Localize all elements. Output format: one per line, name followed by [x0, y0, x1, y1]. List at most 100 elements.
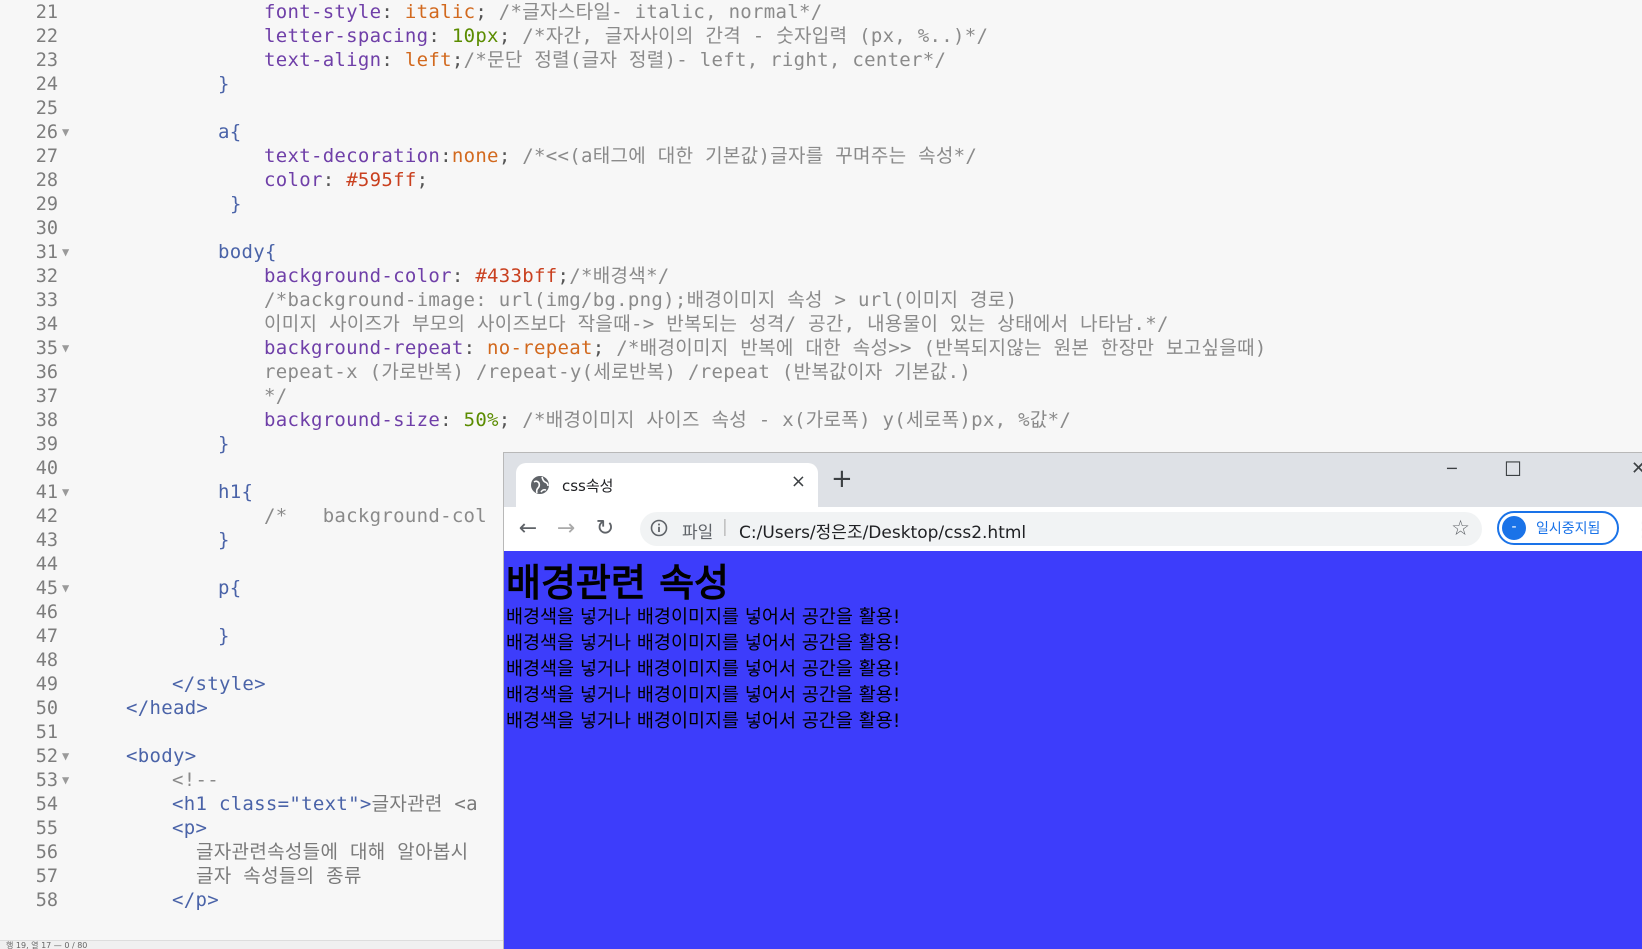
address-bar[interactable]: 파일 | C:/Users/정은조/Desktop/css2.html ☆ — [640, 512, 1482, 546]
line-number: 37 — [35, 386, 58, 407]
line-number: 49 — [35, 674, 58, 695]
code-line[interactable]: 27 text-decoration:none; /*<<(a태그에 대한 기본값… — [0, 144, 1642, 169]
code-line[interactable]: 30 — [0, 216, 1642, 241]
code-token: text-decoration — [264, 145, 441, 167]
code-token: </style> — [172, 673, 266, 695]
line-number: 47 — [35, 626, 58, 647]
line-number: 34 — [35, 314, 58, 335]
code-token: ; — [451, 49, 464, 71]
profile-status-label: 일시중지됨 — [1536, 521, 1601, 537]
code-token: /* background-col — [264, 505, 488, 527]
line-number: 45 — [35, 578, 58, 599]
code-token: </head> — [126, 697, 209, 719]
line-number: 30 — [35, 218, 58, 239]
code-text: <p> — [172, 816, 207, 841]
menu-dots-icon[interactable]: ⋮ — [1633, 517, 1642, 541]
code-line[interactable]: 25 — [0, 96, 1642, 121]
code-token: : — [428, 25, 452, 47]
code-token: 50% — [463, 409, 499, 431]
fold-arrow-icon[interactable]: ▼ — [62, 240, 69, 265]
page-heading: 배경관련 속성 — [506, 561, 729, 605]
code-line[interactable]: 29} — [0, 192, 1642, 217]
line-number: 32 — [35, 266, 58, 287]
page-paragraph: 배경색을 넣거나 배경이미지를 넣어서 공간을 활용! — [506, 659, 901, 680]
code-line[interactable]: 35 ▼ background-repeat: no-repeat; /*배경이미지… — [0, 336, 1642, 361]
code-line[interactable]: 34 이미지 사이즈가 부모의 사이즈보다 작을때-> 반복되는 성격/ 공간, … — [0, 312, 1642, 337]
code-line[interactable]: 28 color: #595ff; — [0, 168, 1642, 193]
line-number: 23 — [35, 50, 58, 71]
code-token: : — [322, 169, 347, 191]
line-number: 56 — [35, 842, 58, 863]
bookmark-star-icon[interactable]: ☆ — [1451, 516, 1470, 540]
code-text: } — [230, 192, 242, 217]
line-number: 53 — [35, 770, 58, 791]
code-line[interactable]: 31 ▼ body{ — [0, 240, 1642, 265]
line-number: 39 — [35, 434, 58, 455]
code-token: background-size — [264, 409, 441, 431]
line-number: 27 — [35, 146, 58, 167]
code-line[interactable]: 21 font-style: italic; /*글자스타일- italic, n… — [0, 0, 1642, 25]
code-token: <h1 class="text"> — [172, 793, 372, 815]
code-line[interactable]: 26 ▼ a{ — [0, 120, 1642, 145]
fold-arrow-icon[interactable]: ▼ — [62, 576, 69, 601]
code-token: /*자간, 글자사이의 간격 - 숫자입력 (px, %..)*/ — [522, 25, 989, 47]
minimize-button[interactable]: ─ — [1447, 459, 1457, 478]
code-line[interactable]: 24} — [0, 72, 1642, 97]
fold-arrow-icon[interactable]: ▼ — [62, 120, 69, 145]
tab-close-icon[interactable]: × — [791, 471, 806, 492]
code-token: 글자관련속성들에 대해 알아봅시 — [196, 841, 469, 863]
info-icon[interactable] — [650, 519, 668, 537]
page-paragraph: 배경색을 넣거나 배경이미지를 넣어서 공간을 활용! — [506, 685, 901, 706]
code-token: <p> — [172, 817, 208, 839]
url-text[interactable]: C:/Users/정은조/Desktop/css2.html — [739, 518, 1026, 543]
fold-arrow-icon[interactable]: ▼ — [62, 768, 69, 793]
code-text: text-align: left;/*문단 정렬(글자 정렬)- left, r… — [264, 48, 946, 73]
code-token: } — [218, 73, 230, 95]
code-line[interactable]: 22 letter-spacing: 10px; /*자간, 글자사이의 간격 -… — [0, 24, 1642, 49]
code-line[interactable]: 33 /*background-image: url(img/bg.png);배경… — [0, 288, 1642, 313]
code-line[interactable]: 32 background-color: #433bff;/*배경색*/ — [0, 264, 1642, 289]
forward-button[interactable]: → — [552, 515, 580, 543]
close-window-button[interactable]: ✕ — [1631, 458, 1642, 479]
code-line[interactable]: 23 text-align: left;/*문단 정렬(글자 정렬)- left,… — [0, 48, 1642, 73]
browser-tab[interactable]: css속성 × — [516, 463, 818, 507]
code-token: /*배경이미지 반복에 대한 속성>> (반복되지않는 원본 한장만 보고싶을때… — [616, 337, 1267, 359]
line-number: 29 — [35, 194, 58, 215]
tab-strip: css속성 × + ─ ☐ ✕ — [504, 453, 1642, 507]
code-text: 글자관련속성들에 대해 알아봅시 — [196, 840, 468, 865]
line-number: 48 — [35, 650, 58, 671]
line-number: 52 — [35, 746, 58, 767]
code-line[interactable]: 36 repeat-x (가로반복) /repeat-y(세로반복) /repea… — [0, 360, 1642, 385]
line-number: 50 — [35, 698, 58, 719]
back-button[interactable]: ← — [514, 515, 542, 543]
line-number: 51 — [35, 722, 58, 743]
code-text: /* background-col — [264, 504, 487, 529]
reload-button[interactable]: ↻ — [591, 515, 619, 543]
code-token: letter-spacing — [264, 25, 429, 47]
code-line[interactable]: 38 background-size: 50%; /*배경이미지 사이즈 속성 -… — [0, 408, 1642, 433]
page-paragraph: 배경색을 넣거나 배경이미지를 넣어서 공간을 활용! — [506, 607, 901, 628]
code-text: color: #595ff; — [264, 168, 428, 193]
line-number: 55 — [35, 818, 58, 839]
code-text: a{ — [218, 120, 241, 145]
scheme-label: 파일 — [682, 523, 714, 543]
browser-window: css속성 × + ─ ☐ ✕ ← → ↻ 파일 | C:/Users/정은조/… — [503, 452, 1642, 949]
code-token: /*배경이미지 사이즈 속성 - x(가로폭) y(세로폭)px, %값*/ — [522, 409, 1072, 431]
fold-arrow-icon[interactable]: ▼ — [62, 336, 69, 361]
fold-arrow-icon[interactable]: ▼ — [62, 744, 69, 769]
code-text: repeat-x (가로반복) /repeat-y(세로반복) /repeat … — [264, 360, 971, 385]
maximize-button[interactable]: ☐ — [1504, 457, 1522, 481]
new-tab-button[interactable]: + — [831, 465, 853, 493]
page-paragraph: 배경색을 넣거나 배경이미지를 넣어서 공간을 활용! — [506, 711, 901, 732]
code-token: a{ — [218, 121, 242, 143]
line-number: 46 — [35, 602, 58, 623]
fold-arrow-icon[interactable]: ▼ — [62, 480, 69, 505]
code-line[interactable]: 37 */ — [0, 384, 1642, 409]
page-paragraph: 배경색을 넣거나 배경이미지를 넣어서 공간을 활용! — [506, 633, 901, 654]
code-text: h1{ — [218, 480, 253, 505]
code-token: ; — [498, 409, 523, 431]
profile-button[interactable]: - 일시중지됨 — [1497, 511, 1619, 545]
code-token: } — [218, 433, 230, 455]
tab-title: css속성 — [562, 477, 614, 495]
line-number: 35 — [35, 338, 58, 359]
